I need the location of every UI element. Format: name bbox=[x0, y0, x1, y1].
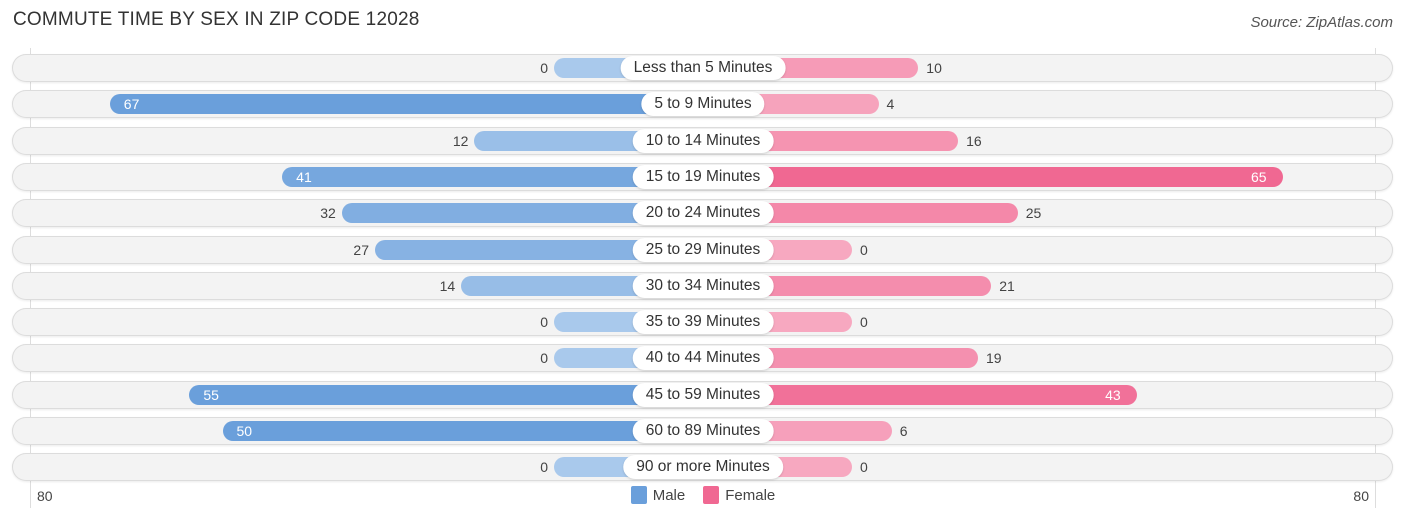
category-label: 5 to 9 Minutes bbox=[641, 92, 765, 117]
male-value-label: 0 bbox=[540, 350, 548, 367]
female-value-label: 19 bbox=[985, 350, 1002, 367]
female-value-label: 43 bbox=[1105, 386, 1121, 403]
category-label: 10 to 14 Minutes bbox=[632, 128, 774, 153]
male-value-label: 14 bbox=[439, 277, 456, 294]
category-label: 15 to 19 Minutes bbox=[632, 164, 774, 189]
source-label: Source: ZipAtlas.com bbox=[1250, 14, 1393, 31]
legend: Male Female bbox=[0, 486, 1406, 504]
female-value-label: 6 bbox=[899, 423, 908, 439]
chart-title: COMMUTE TIME BY SEX IN ZIP CODE 12028 bbox=[13, 9, 420, 30]
legend-label-female: Female bbox=[725, 486, 776, 504]
male-value-label: 67 bbox=[123, 96, 140, 113]
legend-item-female[interactable]: Female bbox=[703, 486, 775, 504]
female-value-label: 25 bbox=[1025, 205, 1042, 222]
male-bar[interactable] bbox=[189, 384, 703, 405]
male-value-label: 50 bbox=[236, 423, 253, 439]
female-value-label: 16 bbox=[966, 132, 982, 149]
female-bar[interactable] bbox=[703, 166, 1283, 187]
legend-item-male[interactable]: Male bbox=[630, 486, 686, 504]
male-value-label: 32 bbox=[320, 205, 336, 222]
male-value-label: 41 bbox=[296, 168, 312, 185]
legend-label-male: Male bbox=[652, 486, 686, 504]
category-label: 40 to 44 Minutes bbox=[632, 346, 774, 371]
male-value-label: 0 bbox=[540, 314, 548, 331]
female-value-label: 0 bbox=[860, 314, 868, 331]
category-label: Less than 5 Minutes bbox=[620, 56, 786, 80]
female-value-label: 0 bbox=[860, 241, 868, 258]
male-bar[interactable] bbox=[222, 421, 703, 441]
category-label: 25 to 29 Minutes bbox=[632, 237, 774, 262]
female-value-label: 0 bbox=[860, 459, 868, 476]
female-value-label: 21 bbox=[999, 277, 1015, 294]
male-value-label: 0 bbox=[540, 60, 548, 76]
legend-swatch-female bbox=[703, 486, 720, 504]
legend-swatch-male bbox=[630, 486, 647, 504]
male-value-label: 55 bbox=[203, 386, 219, 403]
category-label: 20 to 24 Minutes bbox=[632, 201, 774, 226]
female-value-label: 4 bbox=[886, 96, 895, 113]
category-label: 30 to 34 Minutes bbox=[632, 273, 774, 298]
category-label: 35 to 39 Minutes bbox=[632, 310, 774, 335]
male-value-label: 0 bbox=[540, 459, 548, 476]
female-value-label: 10 bbox=[926, 60, 942, 76]
female-value-label: 65 bbox=[1250, 168, 1267, 185]
male-value-label: 27 bbox=[353, 241, 369, 258]
category-label: 60 to 89 Minutes bbox=[632, 419, 774, 443]
male-bar[interactable] bbox=[109, 94, 703, 115]
category-label: 90 or more Minutes bbox=[623, 455, 783, 480]
category-label: 45 to 59 Minutes bbox=[632, 382, 774, 407]
male-value-label: 12 bbox=[452, 132, 469, 149]
